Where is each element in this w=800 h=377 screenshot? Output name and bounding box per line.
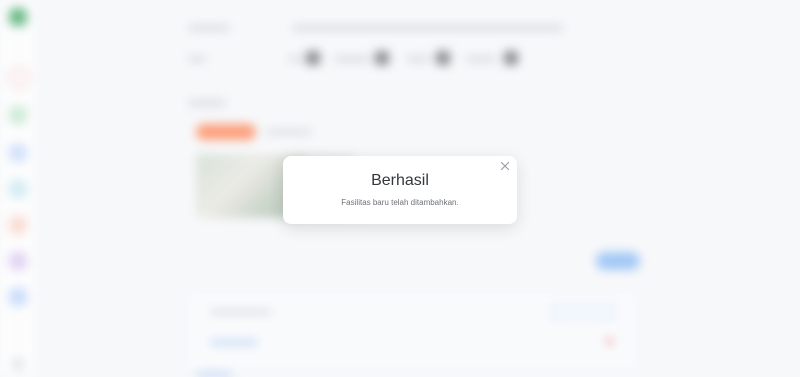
- delete-icon: [606, 338, 613, 345]
- save-button-blurred: [596, 252, 640, 270]
- user-icon: [9, 180, 27, 198]
- option-label-blurred: [406, 56, 430, 62]
- option-label-blurred: [288, 56, 302, 62]
- form-label-blurred: [188, 56, 206, 62]
- option-label-blurred: [334, 56, 370, 62]
- checkbox: [504, 51, 518, 65]
- logo-icon: [9, 8, 27, 26]
- calendar-icon: [9, 144, 27, 162]
- list-icon: [9, 252, 27, 270]
- chart-icon: [9, 288, 27, 306]
- option-label-blurred: [466, 56, 496, 62]
- form-value-blurred: [292, 25, 564, 31]
- add-icon: [9, 68, 29, 88]
- home-icon: [9, 106, 27, 124]
- card-button-blurred: [550, 303, 616, 321]
- checkbox: [375, 51, 389, 65]
- building-icon: [9, 216, 27, 234]
- success-dialog: Berhasil Fasilitas baru telah ditambahka…: [283, 156, 517, 224]
- card-link-blurred: [210, 340, 258, 345]
- dialog-message: Fasilitas baru telah ditambahkan.: [341, 198, 459, 207]
- tab-inactive: [266, 129, 312, 135]
- checkbox: [306, 51, 320, 65]
- dialog-title: Berhasil: [371, 172, 429, 189]
- card-title-blurred: [210, 309, 272, 315]
- close-icon[interactable]: [498, 159, 512, 173]
- tab-active: [196, 124, 256, 140]
- form-label-blurred: [188, 25, 230, 31]
- section-label-blurred: [188, 100, 226, 106]
- settings-icon: [12, 358, 24, 370]
- sidebar: [0, 0, 37, 375]
- checkbox: [436, 51, 450, 65]
